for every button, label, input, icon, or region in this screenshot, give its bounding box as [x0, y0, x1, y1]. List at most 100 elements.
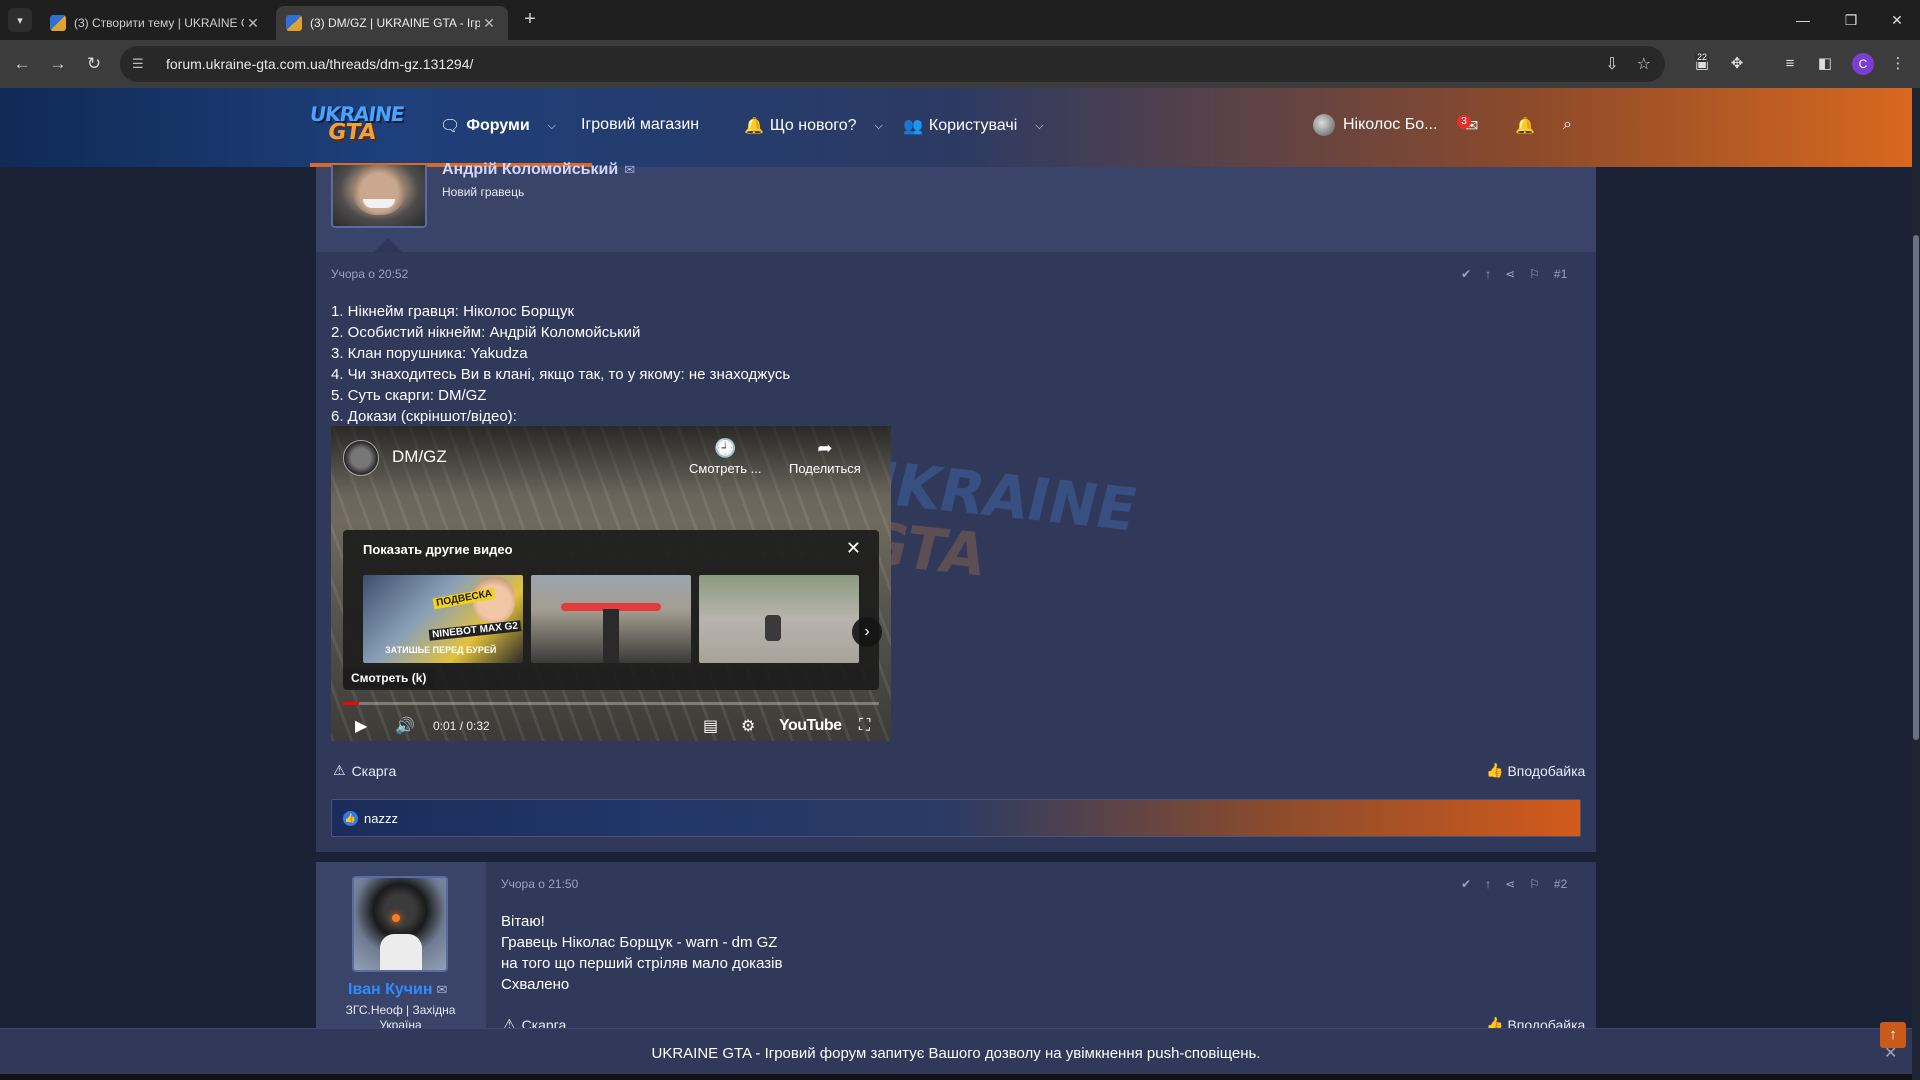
- browser-tab-create-topic[interactable]: (3) Створити тему | UKRAINE G ✕: [40, 6, 272, 40]
- reaction-user[interactable]: nazzz: [364, 811, 398, 826]
- site-favicon-icon: [50, 15, 66, 31]
- nav-forums[interactable]: 🗨 Форуми ⌵: [440, 116, 556, 136]
- author-name[interactable]: Іван Кучин ✉: [348, 981, 447, 999]
- close-window-icon[interactable]: ✕: [1874, 0, 1920, 40]
- nav-whats-new[interactable]: 🔔 Що нового? ⌵: [744, 116, 883, 136]
- video-title[interactable]: DM/GZ: [392, 447, 447, 467]
- chat-bubble-icon: 🗨: [440, 118, 461, 135]
- thumbs-up-icon: 👍: [1486, 762, 1504, 778]
- chevron-down-icon[interactable]: ⌵: [875, 120, 883, 133]
- close-tab-icon[interactable]: ✕: [244, 15, 262, 32]
- users-icon: 👥: [903, 118, 923, 135]
- suggested-video-thumbnail[interactable]: [699, 575, 859, 663]
- clock-icon: 🕘: [714, 438, 737, 458]
- url-input[interactable]: [166, 56, 1466, 72]
- tab-title: (3) DM/GZ | UKRAINE GTA - Ігр: [310, 16, 480, 30]
- message-pointer: [374, 238, 402, 252]
- taskbar-strip: [0, 1074, 1912, 1080]
- browser-tab-strip: ▾ (3) Створити тему | UKRAINE G ✕ (3) DM…: [0, 0, 1920, 40]
- media-control-icon[interactable]: ≡: [1780, 54, 1800, 74]
- nav-shop[interactable]: Ігровий магазин: [581, 116, 699, 134]
- warning-icon: ⚠: [333, 762, 346, 778]
- chevron-down-icon[interactable]: ⌵: [1035, 120, 1043, 133]
- account-menu[interactable]: Ніколос Бо...: [1313, 114, 1437, 136]
- post-date[interactable]: Учора о 21:50: [501, 877, 578, 891]
- suggested-video-thumbnail[interactable]: [531, 575, 691, 663]
- play-icon[interactable]: ▶: [355, 716, 367, 736]
- settings-gear-icon[interactable]: ⚙: [741, 716, 755, 736]
- post-number[interactable]: #2: [1554, 877, 1567, 891]
- close-icon[interactable]: ✕: [846, 538, 861, 559]
- install-app-icon[interactable]: ⇩: [1605, 54, 1618, 74]
- share-icon[interactable]: ⋖: [1505, 267, 1515, 281]
- search-icon[interactable]: ⌕: [1563, 116, 1572, 134]
- extension-badge: 22: [1695, 52, 1710, 62]
- messages-badge: 3: [1457, 115, 1471, 129]
- fullscreen-icon[interactable]: ⛶: [859, 717, 870, 735]
- up-arrow-icon[interactable]: ↑: [1485, 877, 1491, 891]
- reload-icon[interactable]: ↻: [82, 52, 106, 76]
- push-permission-notice: UKRAINE GTA - Ігровий форум запитує Вашо…: [0, 1028, 1912, 1080]
- side-panel-icon[interactable]: ◧: [1815, 54, 1835, 74]
- like-button[interactable]: 👍 Вподобайка: [1486, 762, 1585, 779]
- subtitles-icon[interactable]: ▤: [703, 716, 718, 736]
- report-button[interactable]: ⚠ Скарга: [333, 762, 396, 779]
- site-favicon-icon: [286, 15, 302, 31]
- share-icon[interactable]: ⋖: [1505, 877, 1515, 891]
- nav-users[interactable]: 👥 Користувачі ⌵: [903, 116, 1044, 136]
- post-date[interactable]: Учора о 20:52: [331, 267, 408, 281]
- browser-menu-icon[interactable]: ⋮: [1888, 54, 1908, 74]
- youtube-embed[interactable]: DM/GZ 🕘 Смотреть ... ➦ Поделиться Показа…: [331, 426, 891, 741]
- address-bar[interactable]: ☰ ⇩ ☆: [120, 46, 1665, 82]
- back-arrow-icon[interactable]: ←: [10, 52, 34, 76]
- bell-icon: 🔔: [744, 118, 764, 135]
- reactions-bar: 👍 nazzz: [331, 799, 1581, 837]
- channel-avatar[interactable]: [343, 440, 379, 476]
- scroll-to-top-icon[interactable]: ↑: [1880, 1022, 1906, 1048]
- more-videos-panel: Показать другие видео ✕ ПОДВЕСКА NINEBOT…: [343, 530, 882, 690]
- restore-window-icon[interactable]: ❐: [1828, 0, 1874, 40]
- check-icon[interactable]: ✔: [1461, 877, 1471, 891]
- browser-tab-dm-gz[interactable]: (3) DM/GZ | UKRAINE GTA - Ігр ✕: [276, 6, 508, 40]
- next-arrow-icon[interactable]: ›: [852, 617, 882, 647]
- user-avatar: [1313, 114, 1335, 136]
- extensions-puzzle-icon[interactable]: ✥: [1727, 54, 1747, 74]
- page-scrollbar-thumb[interactable]: [1913, 235, 1919, 740]
- volume-icon[interactable]: 🔊: [395, 716, 415, 736]
- up-arrow-icon[interactable]: ↑: [1485, 267, 1491, 281]
- author-avatar[interactable]: [352, 876, 448, 972]
- chevron-down-icon[interactable]: ⌵: [548, 120, 556, 133]
- share-video-button[interactable]: ➦ Поделиться: [789, 438, 861, 476]
- post-1-user-bar: [316, 167, 1596, 252]
- author-avatar[interactable]: [331, 165, 427, 228]
- author-title: Новий гравець: [442, 185, 525, 199]
- share-arrow-icon: ➦: [817, 438, 833, 458]
- bookmark-star-icon[interactable]: ☆: [1637, 54, 1651, 74]
- bookmark-icon[interactable]: ⚐: [1529, 267, 1540, 281]
- video-progress-bar[interactable]: [343, 702, 879, 705]
- forward-arrow-icon[interactable]: →: [46, 52, 70, 76]
- post-number[interactable]: #1: [1554, 267, 1567, 281]
- site-header: UKRAINE GTA 🗨 Форуми ⌵ Ігровий магазин 🔔…: [0, 88, 1912, 167]
- site-logo[interactable]: UKRAINE GTA: [308, 102, 405, 148]
- minimize-window-icon[interactable]: —: [1780, 0, 1826, 40]
- alerts-bell-icon[interactable]: 🔔: [1515, 116, 1535, 136]
- envelope-icon[interactable]: ✉: [437, 982, 448, 997]
- post-actions: ✔ ↑ ⋖ ⚐ #2: [1461, 877, 1567, 891]
- suggested-video-thumbnail[interactable]: ПОДВЕСКА NINEBOT MAX G2 ЗАТИШЬЕ ПЕРЕД БУ…: [363, 575, 523, 663]
- bookmark-icon[interactable]: ⚐: [1529, 877, 1540, 891]
- tab-title: (3) Створити тему | UKRAINE G: [74, 16, 244, 30]
- site-info-icon[interactable]: ☰: [132, 56, 154, 72]
- close-tab-icon[interactable]: ✕: [480, 15, 498, 32]
- author-name[interactable]: Андрій Коломойський ✉: [442, 161, 635, 179]
- like-reaction-icon: 👍: [343, 811, 358, 826]
- check-icon[interactable]: ✔: [1461, 267, 1471, 281]
- profile-avatar[interactable]: C: [1852, 53, 1874, 75]
- post-body: Вітаю! Гравець Ніколас Борщук - warn - d…: [501, 913, 783, 993]
- browser-toolbar: ← → ↻ ☰ ⇩ ☆ ▣ ✥ ≡ ◧ ⋮: [0, 40, 1920, 88]
- watch-later-button[interactable]: 🕘 Смотреть ...: [689, 438, 761, 476]
- tab-search-chevron-icon[interactable]: ▾: [8, 8, 32, 32]
- youtube-logo[interactable]: YouTube: [779, 717, 842, 735]
- new-tab-button[interactable]: +: [518, 8, 542, 32]
- envelope-icon[interactable]: ✉: [624, 162, 635, 177]
